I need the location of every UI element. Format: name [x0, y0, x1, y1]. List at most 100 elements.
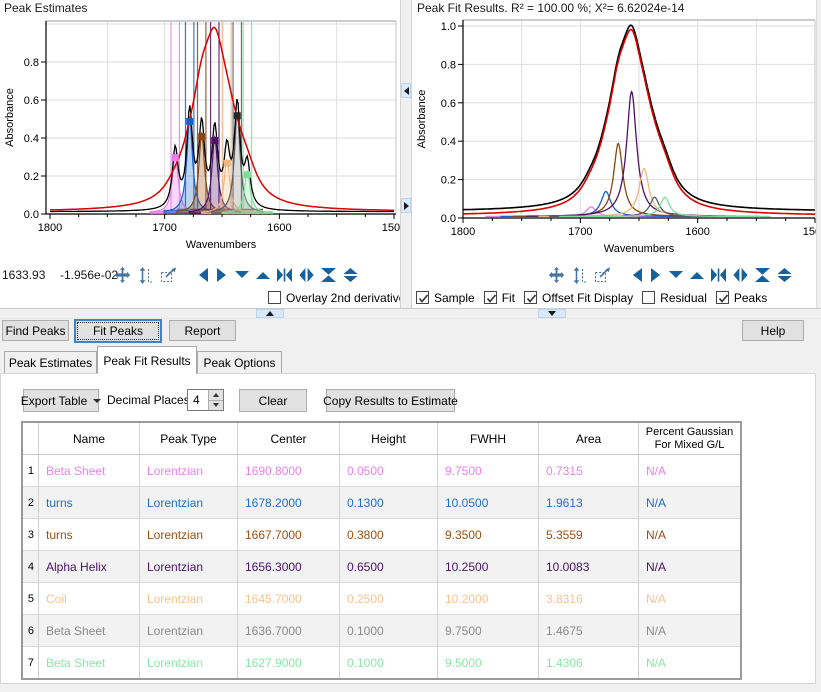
cell-percent-gaussian[interactable]: N/A — [639, 487, 740, 518]
fit-peaks-button[interactable]: Fit Peaks — [74, 319, 162, 343]
cell-percent-gaussian[interactable]: N/A — [639, 551, 740, 582]
column-header-peak[interactable]: Peak Type — [140, 423, 238, 455]
column-header-area[interactable]: Area — [539, 423, 639, 455]
checkbox-sample[interactable]: Sample — [416, 291, 475, 305]
cell-height[interactable]: 0.6500 — [340, 551, 438, 582]
find-peaks-button[interactable]: Find Peaks — [2, 320, 69, 341]
expand-right-pane-button[interactable] — [401, 198, 411, 213]
peak-drag-handle[interactable] — [234, 112, 241, 119]
cell-center[interactable]: 1645.7000 — [238, 583, 340, 614]
cell-fwhh[interactable]: 10.2000 — [438, 583, 539, 614]
cell-name[interactable]: Coil — [39, 583, 140, 614]
checkbox-peaks[interactable]: Peaks — [716, 291, 767, 305]
help-button[interactable]: Help — [742, 320, 804, 341]
cell-fwhh[interactable]: 9.5000 — [438, 647, 539, 678]
scale-up-icon[interactable] — [690, 269, 704, 281]
tab-peak-fit-results[interactable]: Peak Fit Results — [97, 346, 197, 374]
cell-percent-gaussian[interactable]: N/A — [639, 615, 740, 646]
table-row[interactable]: 7Beta SheetLorentzian1627.90000.10009.50… — [23, 647, 740, 678]
copy-results-to-estimate-button[interactable]: Copy Results to Estimate — [326, 389, 455, 412]
overlay-2nd-derivative-checkbox[interactable]: Overlay 2nd derivative — [268, 291, 405, 305]
cell-height[interactable]: 0.0500 — [340, 455, 438, 486]
cell-center[interactable]: 1656.3000 — [238, 551, 340, 582]
cell-fwhh[interactable]: 9.7500 — [438, 455, 539, 486]
compress-x-icon[interactable] — [711, 268, 726, 282]
table-row[interactable]: 1Beta SheetLorentzian1690.80000.05009.75… — [23, 455, 740, 487]
column-header-height[interactable]: Height — [340, 423, 438, 455]
cell-fwhh[interactable]: 9.3500 — [438, 519, 539, 550]
compress-x-icon[interactable] — [277, 268, 292, 282]
checkbox-offset-fit-display[interactable]: Offset Fit Display — [524, 291, 633, 305]
cell-center[interactable]: 1627.9000 — [238, 647, 340, 678]
cell-peak-type[interactable]: Lorentzian — [140, 455, 238, 486]
peak-drag-handle[interactable] — [223, 160, 230, 167]
tab-peak-options[interactable]: Peak Options — [197, 351, 282, 373]
column-header-fwhh[interactable]: FWHH — [438, 423, 539, 455]
expand-x-icon[interactable] — [733, 268, 748, 282]
column-header-center[interactable]: Center — [238, 423, 340, 455]
scale-down-icon[interactable] — [669, 269, 683, 281]
cell-peak-type[interactable]: Lorentzian — [140, 615, 238, 646]
spinner-up-button[interactable] — [209, 390, 223, 401]
cell-name[interactable]: Beta Sheet — [39, 647, 140, 678]
expand-y-icon[interactable] — [777, 268, 792, 282]
expand-y-icon[interactable] — [343, 268, 358, 282]
table-row[interactable]: 3turnsLorentzian1667.70000.38009.35005.3… — [23, 519, 740, 551]
cell-peak-type[interactable]: Lorentzian — [140, 583, 238, 614]
cell-height[interactable]: 0.3800 — [340, 519, 438, 550]
compress-y-icon[interactable] — [321, 268, 336, 282]
cell-name[interactable]: Beta Sheet — [39, 455, 140, 486]
cell-peak-type[interactable]: Lorentzian — [140, 487, 238, 518]
expand-top-pane-button[interactable] — [256, 309, 284, 318]
checkbox-icon[interactable] — [268, 291, 281, 304]
cell-area[interactable]: 10.0083 — [539, 551, 639, 582]
horizontal-pane-splitter[interactable] — [0, 308, 821, 319]
cell-area[interactable]: 1.9613 — [539, 487, 639, 518]
axis-scale-icon[interactable] — [138, 267, 153, 284]
cell-area[interactable]: 5.3559 — [539, 519, 639, 550]
cell-center[interactable]: 1636.7000 — [238, 615, 340, 646]
scroll-left-icon[interactable] — [197, 268, 209, 282]
cell-peak-type[interactable]: Lorentzian — [140, 551, 238, 582]
cell-fwhh[interactable]: 10.2500 — [438, 551, 539, 582]
cell-height[interactable]: 0.1000 — [340, 615, 438, 646]
peak-drag-handle[interactable] — [244, 171, 251, 178]
collapse-left-pane-button[interactable] — [401, 83, 411, 98]
cell-center[interactable]: 1678.2000 — [238, 487, 340, 518]
axis-scale-icon[interactable] — [572, 267, 587, 284]
tab-peak-estimates[interactable]: Peak Estimates — [4, 351, 97, 373]
peak-estimates-chart[interactable]: 0.00.20.40.60.81800170016001500Wavenumbe… — [0, 12, 400, 264]
scale-up-icon[interactable] — [256, 269, 270, 281]
cell-area[interactable]: 0.7315 — [539, 455, 639, 486]
cell-name[interactable]: Beta Sheet — [39, 615, 140, 646]
peak-drag-handle[interactable] — [211, 137, 218, 144]
cell-center[interactable]: 1667.7000 — [238, 519, 340, 550]
cell-name[interactable]: Alpha Helix — [39, 551, 140, 582]
checkbox-icon[interactable] — [524, 291, 537, 304]
cell-peak-type[interactable]: Lorentzian — [140, 647, 238, 678]
peak-drag-handle[interactable] — [198, 133, 205, 140]
cell-height[interactable]: 0.2500 — [340, 583, 438, 614]
checkbox-fit[interactable]: Fit — [484, 291, 515, 305]
compress-y-icon[interactable] — [755, 268, 770, 282]
pan-icon[interactable] — [114, 267, 131, 283]
peak-drag-handle[interactable] — [172, 154, 179, 161]
checkbox-icon[interactable] — [642, 291, 655, 304]
scroll-right-icon[interactable] — [650, 268, 662, 282]
cell-name[interactable]: turns — [39, 519, 140, 550]
peak-fit-results-chart[interactable]: 0.00.20.40.60.81.01800170016001500Wavenu… — [412, 12, 821, 264]
cell-fwhh[interactable]: 10.0500 — [438, 487, 539, 518]
cell-percent-gaussian[interactable]: N/A — [639, 583, 740, 614]
report-button[interactable]: Report — [169, 320, 236, 341]
zoom-region-icon[interactable] — [594, 267, 612, 283]
column-header-name[interactable]: Name — [39, 423, 140, 455]
cell-area[interactable]: 1.4675 — [539, 615, 639, 646]
table-row[interactable]: 2turnsLorentzian1678.20000.130010.05001.… — [23, 487, 740, 519]
decimal-places-spinner[interactable]: 4 — [187, 389, 224, 411]
cell-percent-gaussian[interactable]: N/A — [639, 647, 740, 678]
cell-height[interactable]: 0.1000 — [340, 647, 438, 678]
scroll-left-icon[interactable] — [631, 268, 643, 282]
table-row[interactable]: 5CoilLorentzian1645.70000.250010.20003.8… — [23, 583, 740, 615]
checkbox-icon[interactable] — [716, 291, 729, 304]
peak-drag-handle[interactable] — [186, 118, 193, 125]
